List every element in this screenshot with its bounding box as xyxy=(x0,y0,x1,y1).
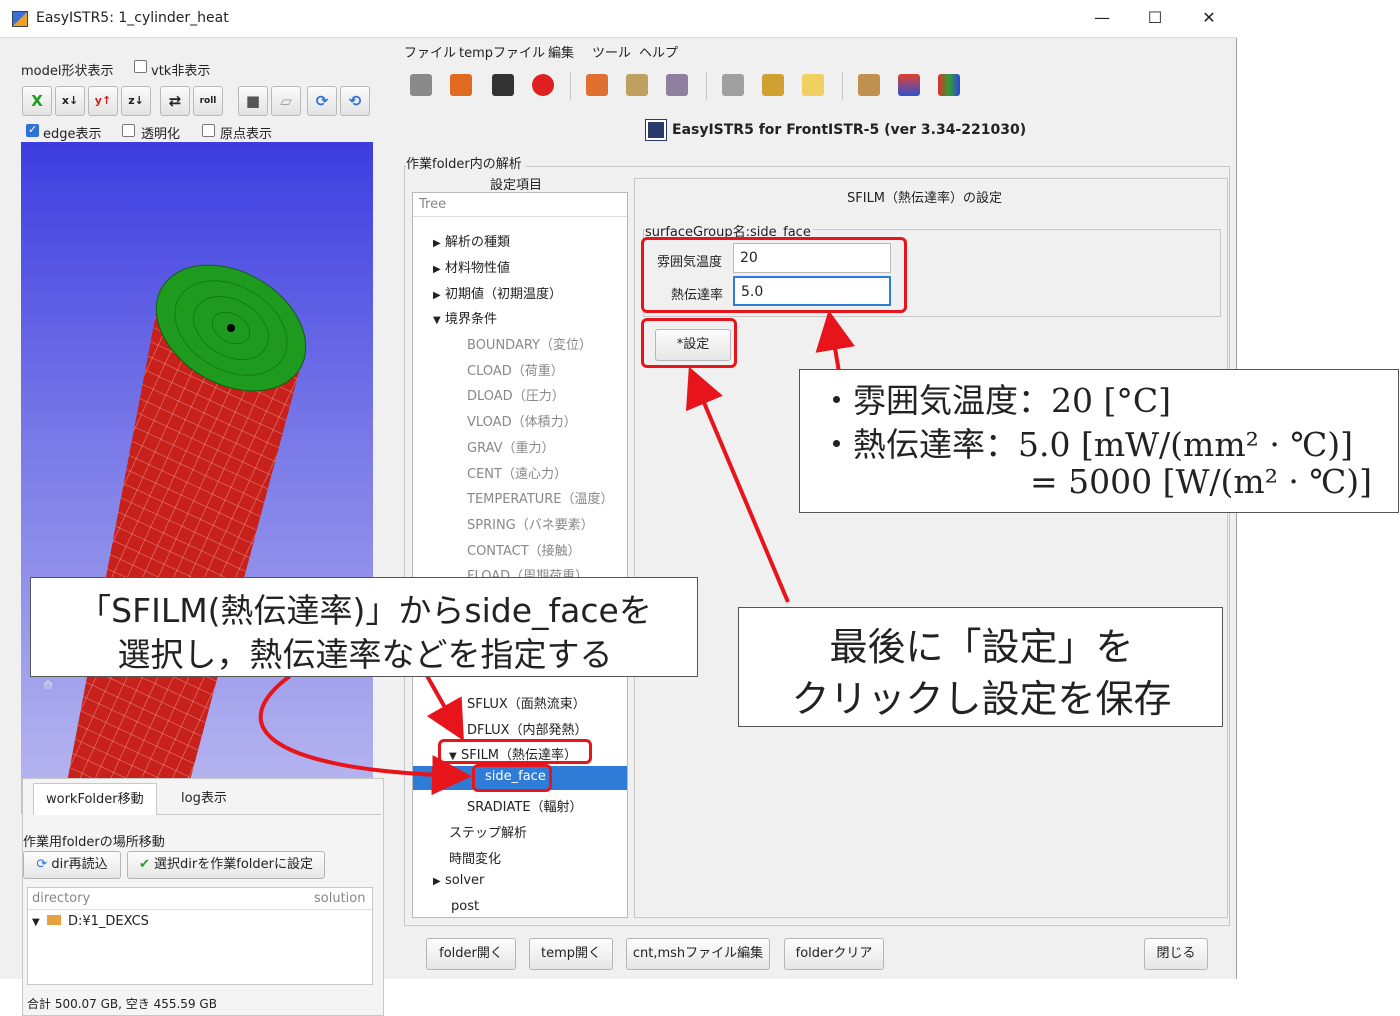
units-line-1: ・雰囲気温度：20 [°C] xyxy=(820,381,1171,420)
disk-status: 合計 500.07 GB, 空き 455.59 GB xyxy=(27,997,217,1011)
left-instruction-callout: 「SFILM(熱伝達率)」からside_faceを 選択し，熱伝達率などを指定す… xyxy=(30,577,698,677)
right-note-line-1: 最後に「設定」を xyxy=(829,625,1134,669)
right-instruction-callout: 最後に「設定」を クリックし設定を保存 xyxy=(738,607,1223,727)
left-note-line-2: 選択し，熱伝達率などを指定する xyxy=(117,635,613,674)
units-line-2: ・熱伝達率：5.0 [mW/(mm² · ℃)] xyxy=(820,425,1353,464)
units-line-3: = 5000 [W/(m² · ℃)] xyxy=(1030,462,1373,501)
left-note-line-1: 「SFILM(熱伝達率)」からside_faceを xyxy=(78,591,652,630)
units-callout: ・雰囲気温度：20 [°C] ・熱伝達率：5.0 [mW/(mm² · ℃)] … xyxy=(799,369,1399,513)
right-note-line-2: クリックし設定を保存 xyxy=(791,677,1172,721)
